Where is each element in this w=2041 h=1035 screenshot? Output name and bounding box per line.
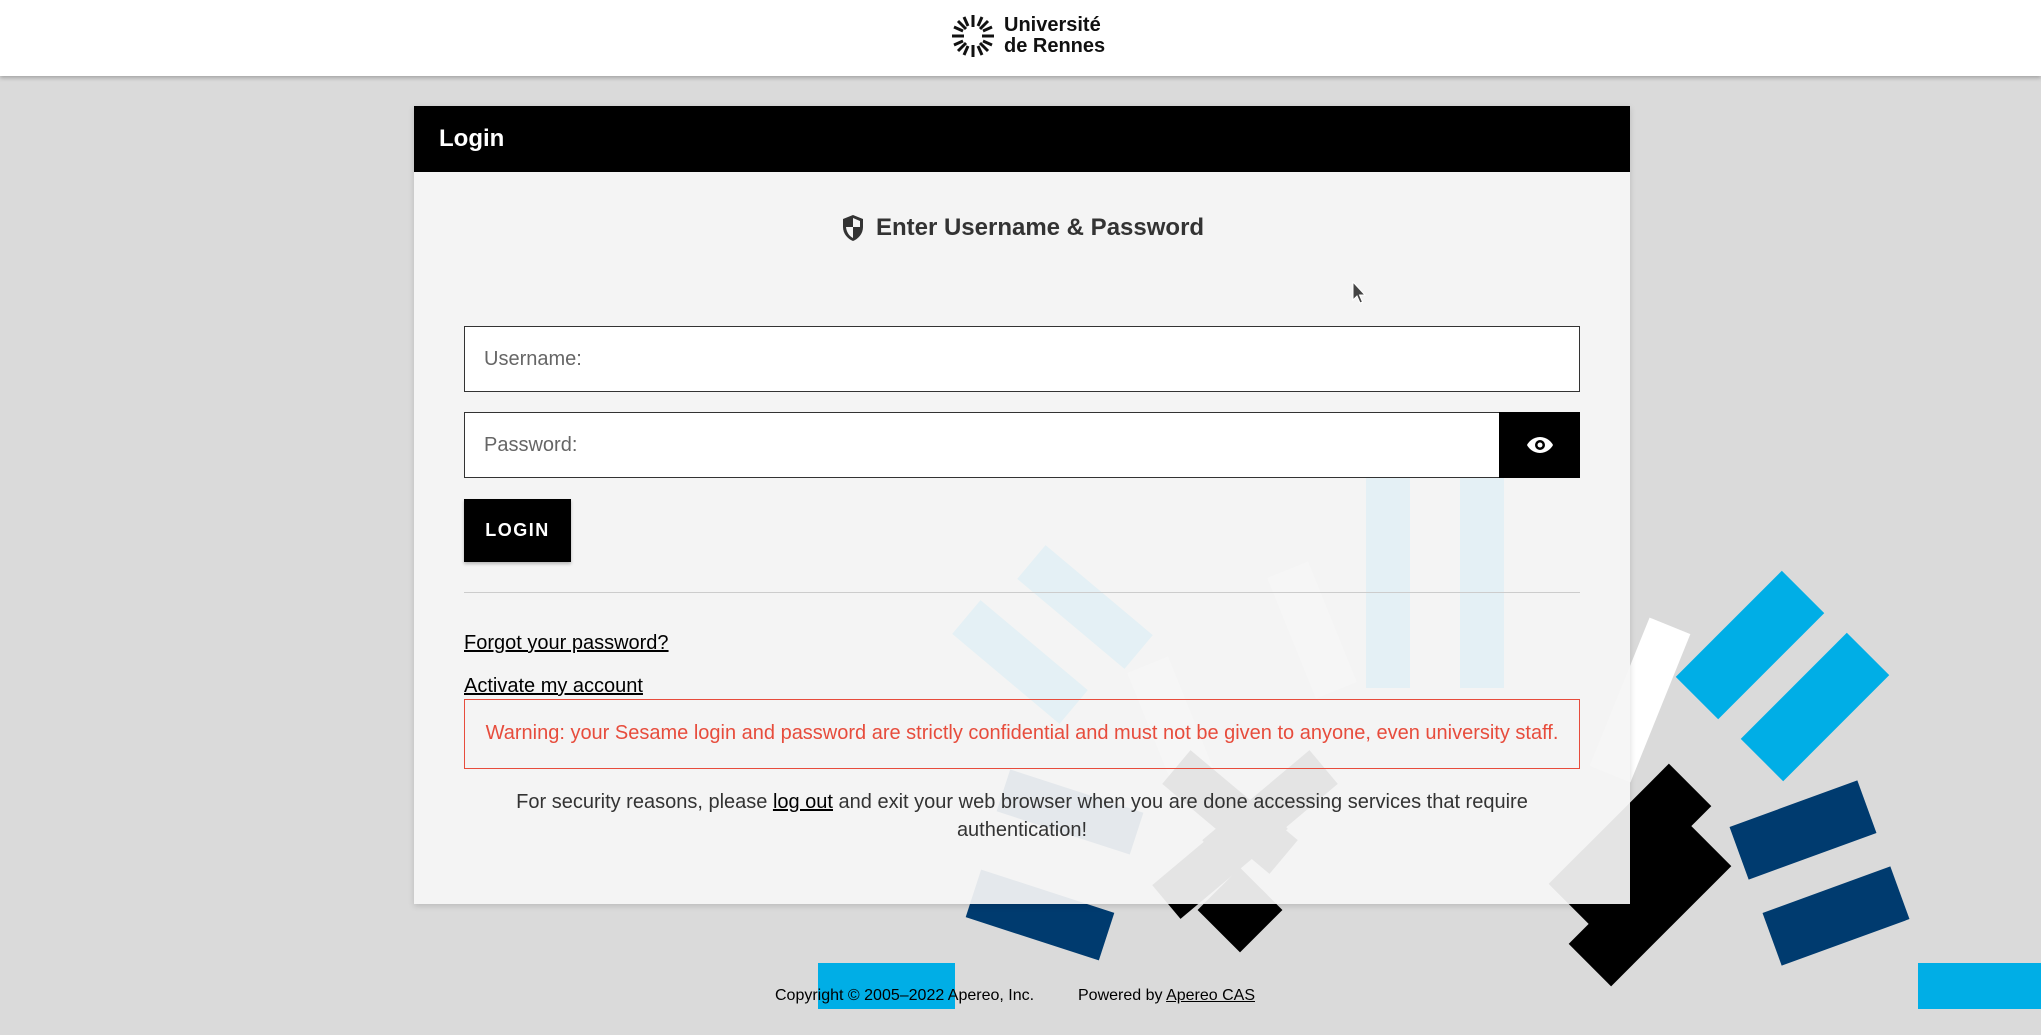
shield-icon — [842, 215, 863, 241]
security-text-before: For security reasons, please — [516, 791, 773, 813]
show-password-button[interactable] — [1499, 412, 1580, 478]
top-header: Université de Rennes — [0, 0, 2041, 76]
logout-link[interactable]: log out — [773, 791, 833, 813]
logo-line-2: de Rennes — [1004, 35, 1106, 57]
eye-icon — [1526, 437, 1553, 453]
logo-text: Université de Rennes — [1004, 15, 1105, 57]
forgot-password-link[interactable]: Forgot your password? — [464, 632, 669, 655]
deco-bar — [1918, 963, 2041, 1009]
warning-message: Warning: your Sesame login and password … — [464, 699, 1580, 769]
card-title: Login — [414, 106, 1630, 172]
login-card: Login Enter Username & Password LOGIN Fo… — [414, 106, 1630, 904]
sun-logo-icon — [952, 15, 994, 57]
username-input[interactable] — [464, 326, 1580, 392]
divider — [464, 592, 1580, 593]
copyright-text: Copyright © 2005–2022 Apereo, Inc. — [775, 987, 1035, 1004]
powered-prefix: Powered by — [1078, 987, 1167, 1004]
logo-line-1: Université — [1004, 14, 1101, 36]
deco-bar — [1762, 866, 1910, 966]
login-button[interactable]: LOGIN — [464, 499, 571, 562]
mouse-cursor-icon — [1352, 281, 1366, 304]
powered-by: Powered by Apereo CAS — [1078, 987, 1255, 1005]
deco-bar — [1729, 780, 1877, 880]
password-input[interactable] — [464, 412, 1500, 478]
activate-account-link[interactable]: Activate my account — [464, 675, 643, 698]
apereo-cas-link[interactable]: Apereo CAS — [1166, 987, 1255, 1004]
security-text-after: and exit your web browser when you are d… — [833, 791, 1528, 841]
form-heading: Enter Username & Password — [414, 214, 1630, 242]
university-logo[interactable]: Université de Rennes — [950, 13, 1105, 59]
security-notice: For security reasons, please log out and… — [464, 788, 1580, 844]
form-heading-text: Enter Username & Password — [875, 214, 1205, 241]
